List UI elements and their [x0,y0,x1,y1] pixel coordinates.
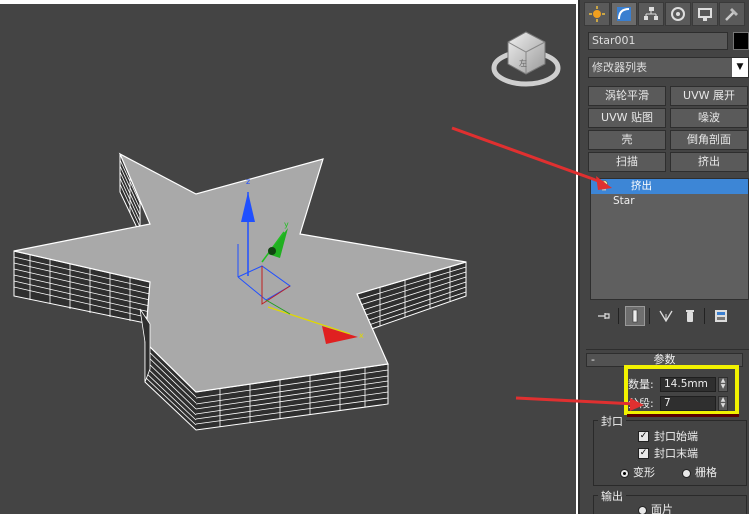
modifier-buttons: 涡轮平滑 UVW 展开 UVW 贴图 噪波 壳 倒角剖面 扫描 挤出 [588,86,749,172]
svg-text:y: y [284,220,289,229]
object-color-swatch[interactable] [733,32,749,50]
stack-toolbar [594,306,749,326]
utilities-icon [725,8,738,21]
chevron-down-icon[interactable]: ▼ [732,58,748,77]
svg-text:左: 左 [519,58,527,68]
toolbar-divider [704,308,705,324]
command-panel: Star001 修改器列表 ▼ 涡轮平滑 UVW 展开 UVW 贴图 噪波 壳 … [578,0,749,514]
make-unique-icon[interactable] [656,306,676,326]
cap-end-label: 封口末端 [654,447,698,460]
tab-hierarchy[interactable] [638,2,664,26]
tab-utilities[interactable] [719,2,745,26]
modifier-button-sweep[interactable]: 扫描 [588,152,666,172]
radio-selected-icon[interactable] [620,469,629,478]
tab-create[interactable] [584,2,610,26]
configure-sets-icon[interactable] [711,306,731,326]
stack-item-extrude[interactable]: 挤出 [591,179,748,194]
modify-icon [617,7,631,21]
modifier-button-unwrap-uvw[interactable]: UVW 展开 [670,86,748,106]
modifier-button-extrude[interactable]: 挤出 [670,152,748,172]
modifier-button-turbosmooth[interactable]: 涡轮平滑 [588,86,666,106]
perspective-viewport[interactable]: 左 x z y [0,4,576,514]
tab-motion[interactable] [665,2,691,26]
stack-item-label: 挤出 [631,180,652,192]
tab-display[interactable] [692,2,718,26]
modifier-list-dropdown[interactable]: 修改器列表 ▼ [588,57,749,78]
morph-label: 变形 [633,466,655,479]
command-panel-tabs [584,2,745,26]
tab-modify[interactable] [611,2,637,26]
show-end-result-icon[interactable] [625,306,645,326]
modifier-button-noise[interactable]: 噪波 [670,108,748,128]
patch-label: 面片 [651,503,673,514]
modifier-stack: 挤出 Star [590,178,749,300]
svg-text:x: x [359,331,364,340]
star-extrusion-mesh[interactable] [13,152,467,431]
hierarchy-icon [644,7,658,20]
modifier-button-uvw-map[interactable]: UVW 贴图 [588,108,666,128]
cap-start-label: 封口始端 [654,430,698,443]
toolbar-divider [618,308,619,324]
toolbar-divider [649,308,650,324]
stack-item-star[interactable]: Star [591,194,748,209]
annotation-underline [627,414,739,417]
viewcube-icon[interactable]: 左 [491,31,561,87]
display-icon [698,8,712,21]
motion-icon [671,7,685,21]
modifier-button-bevel-profile[interactable]: 倒角剖面 [670,130,748,150]
modifier-list-label: 修改器列表 [592,61,647,74]
modifier-button-shell[interactable]: 壳 [588,130,666,150]
checkbox-checked-icon[interactable]: ✓ [638,448,649,459]
capping-group-title: 封口 [598,413,626,429]
svg-text:z: z [246,177,250,186]
object-name-field[interactable]: Star001 [588,32,728,50]
checkbox-checked-icon[interactable]: ✓ [638,431,649,442]
grid-label: 栅格 [695,466,717,479]
pin-stack-icon[interactable] [594,306,614,326]
remove-modifier-icon[interactable] [680,306,700,326]
stack-item-label: Star [613,195,635,207]
yellow-highlight-box [624,365,739,415]
viewport-scene: 左 x z y [13,31,561,431]
radio-unselected-icon[interactable] [682,469,691,478]
radio-unselected-icon[interactable] [638,506,647,514]
output-group-title: 输出 [598,488,626,504]
create-icon [589,6,605,22]
